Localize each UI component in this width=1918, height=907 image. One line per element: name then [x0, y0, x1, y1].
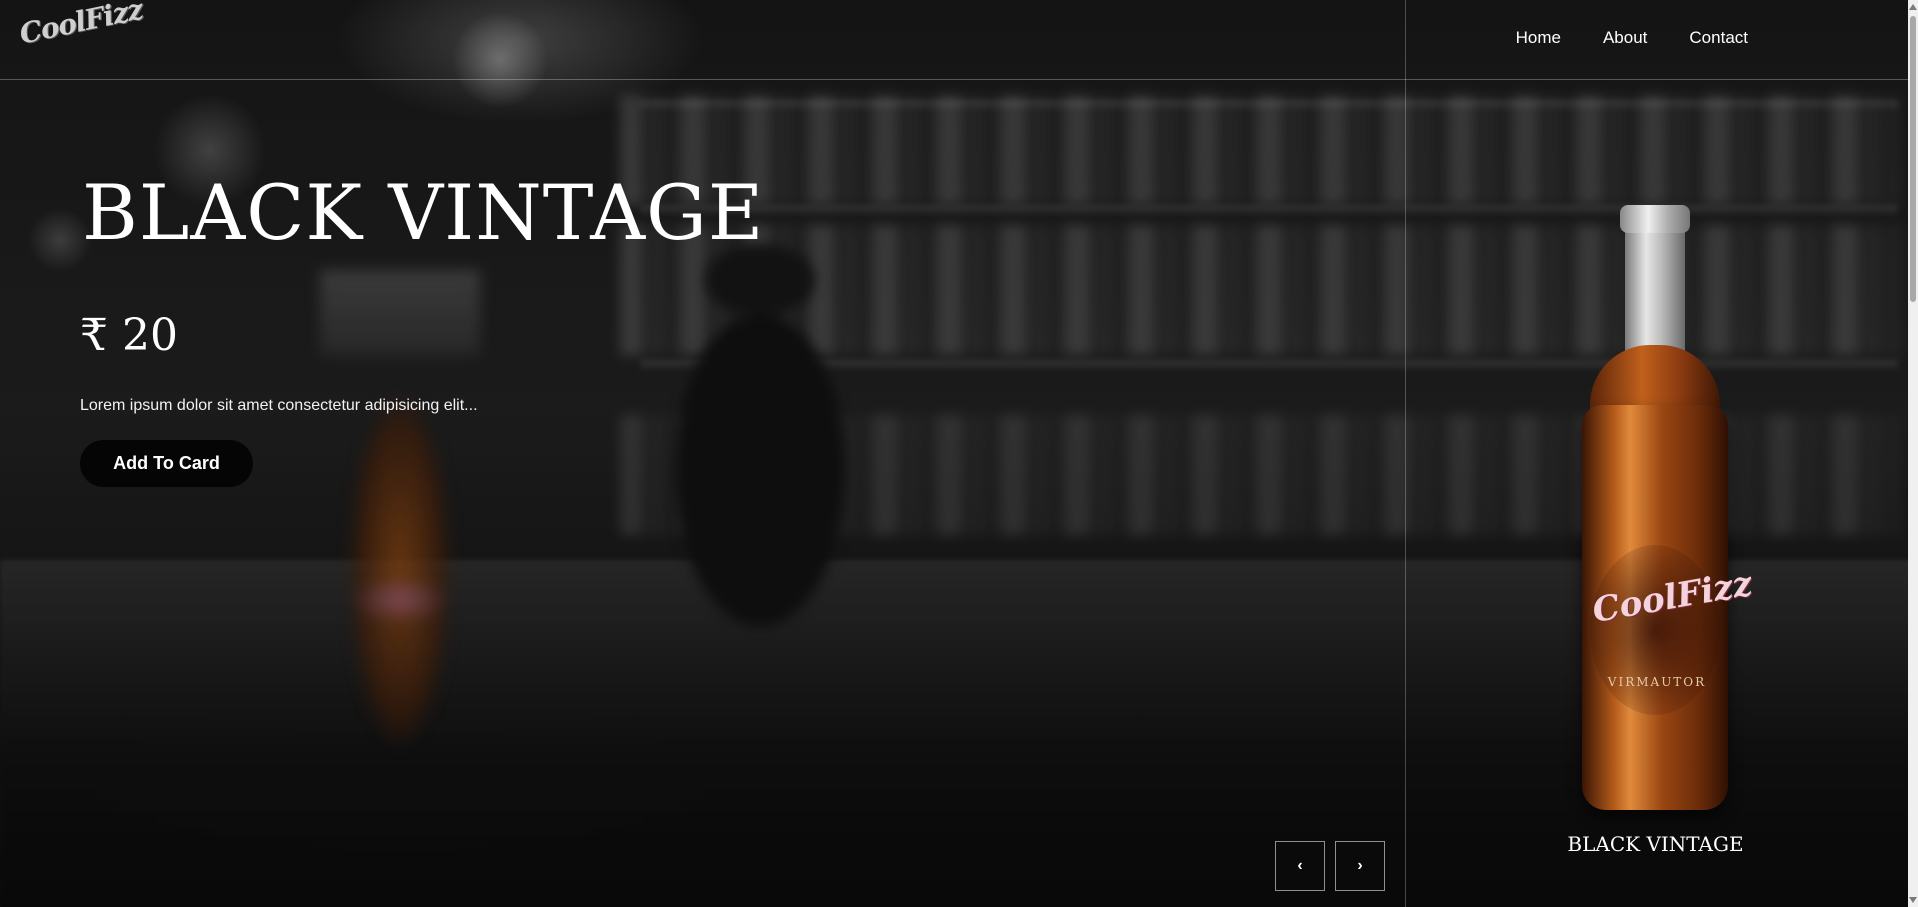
product-description: Lorem ipsum dolor sit amet consectetur a… [80, 397, 478, 414]
page-scrollbar[interactable] [1908, 0, 1918, 907]
site-header: CoolFizz Home About Contact [0, 0, 1908, 80]
bottle-sub-label: VIRMAUTOR [1607, 675, 1707, 689]
chevron-right-icon: › [1357, 857, 1363, 874]
scroll-up-arrow-icon[interactable] [1909, 4, 1917, 10]
carousel-next-button[interactable]: › [1335, 841, 1385, 891]
brand-logo[interactable]: CoolFizz [17, 0, 146, 51]
nav-about-link[interactable]: About [1603, 28, 1647, 48]
nav-home-link[interactable]: Home [1516, 28, 1561, 48]
carousel-prev-button[interactable]: ‹ [1275, 841, 1325, 891]
product-price: ₹ 20 [80, 310, 178, 361]
main-nav: Home About Contact [1516, 28, 1748, 48]
chevron-left-icon: ‹ [1297, 857, 1303, 874]
product-title: BLACK VINTAGE [82, 168, 765, 257]
section-divider [1405, 0, 1406, 907]
scroll-down-arrow-icon[interactable] [1909, 897, 1917, 903]
nav-contact-link[interactable]: Contact [1689, 28, 1748, 48]
add-to-cart-button[interactable]: Add To Card [80, 440, 253, 487]
product-bottle-image: CoolFizz VIRMAUTOR [1570, 205, 1755, 815]
product-caption: BLACK VINTAGE [1567, 832, 1744, 856]
scroll-thumb[interactable] [1910, 16, 1916, 302]
